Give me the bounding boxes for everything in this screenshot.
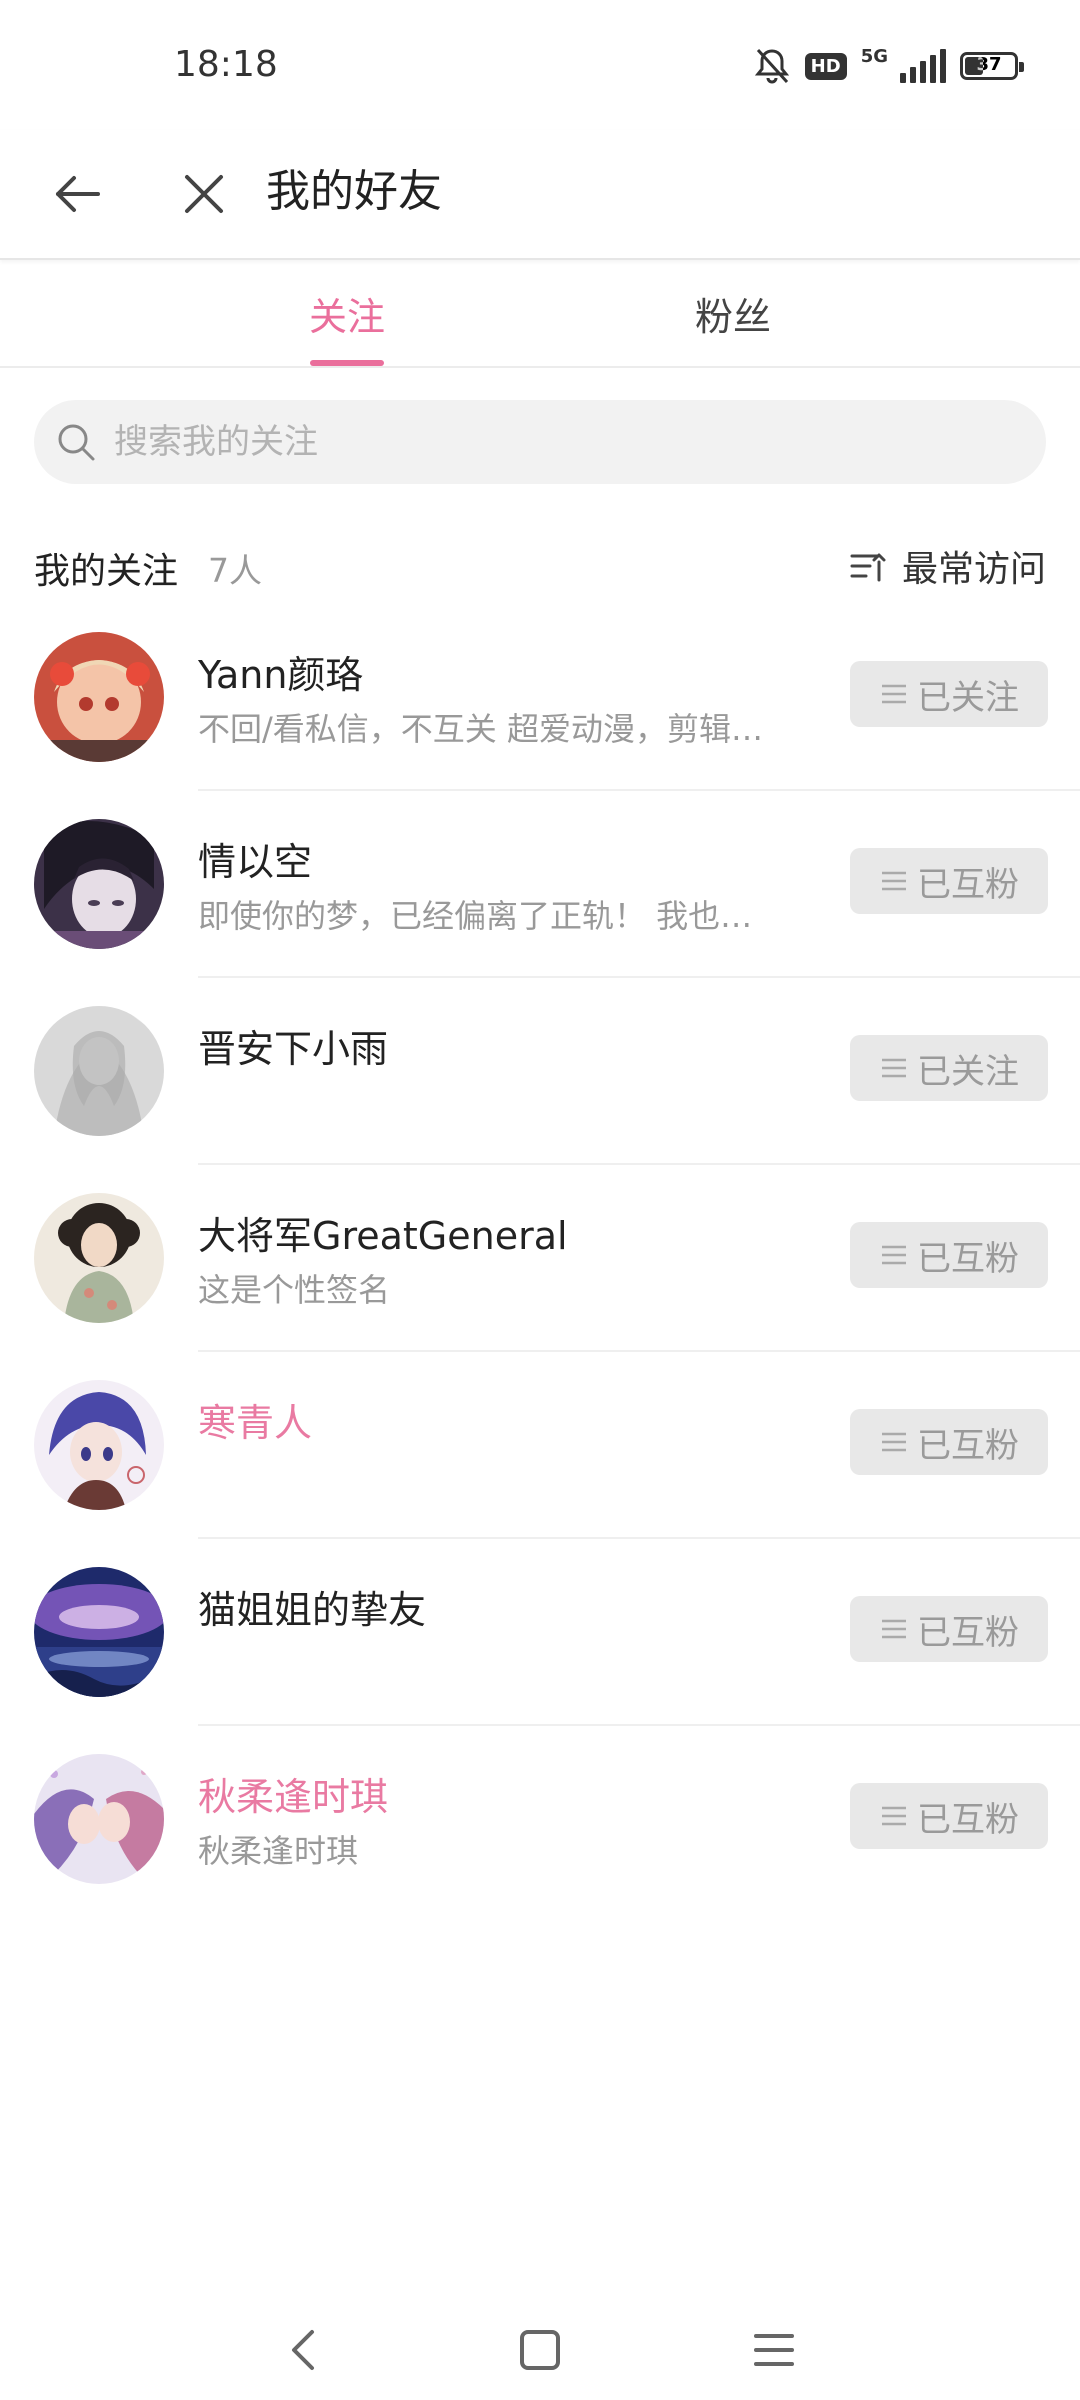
list-item[interactable]: 情以空 即使你的梦，已经偏离了正轨！ 我也… 已互粉: [0, 791, 1080, 978]
page-title: 我的好友: [266, 166, 442, 217]
tab-active-indicator: [310, 360, 384, 366]
arrow-left-icon: [56, 176, 100, 212]
search-box[interactable]: [34, 400, 1046, 484]
user-name[interactable]: 秋柔逢时琪: [198, 1766, 388, 1821]
tab-fans[interactable]: 粉丝: [633, 260, 833, 366]
search-icon: [58, 424, 95, 461]
avatar[interactable]: [34, 1380, 164, 1510]
avatar-anime-boy-icon: [34, 1380, 164, 1510]
tab-following[interactable]: 关注: [247, 260, 447, 366]
user-signature: 秋柔逢时琪: [198, 1832, 359, 1870]
back-button[interactable]: [40, 156, 116, 232]
follow-status-button[interactable]: 已互粉: [850, 1409, 1048, 1475]
user-signature: 即使你的梦，已经偏离了正轨！ 我也…: [198, 897, 753, 935]
menu-lines-icon: [882, 1058, 906, 1078]
menu-lines-icon: [882, 1619, 906, 1639]
avatar[interactable]: [34, 1193, 164, 1323]
list-item[interactable]: 秋柔逢时琪 秋柔逢时琪 已互粉: [0, 1726, 1080, 1913]
menu-lines-icon: [882, 684, 906, 704]
follow-status-button[interactable]: 已互粉: [850, 1783, 1048, 1849]
avatar[interactable]: [34, 1567, 164, 1697]
system-nav-bar: [0, 2290, 1080, 2400]
nav-home-button[interactable]: [500, 2310, 580, 2390]
avatar-anime-girl-red-icon: [34, 632, 164, 762]
search-input[interactable]: [112, 421, 996, 463]
bell-muted-icon: [754, 48, 789, 84]
follow-status-button[interactable]: 已互粉: [850, 848, 1048, 914]
user-name[interactable]: 寒青人: [198, 1392, 312, 1447]
list-item[interactable]: 大将军GreatGeneral 这是个性签名 已互粉: [0, 1165, 1080, 1352]
nav-menu-icon: [754, 2334, 794, 2366]
status-time: 18:18: [174, 44, 278, 85]
avatar-grey-sketch-icon: [34, 1006, 164, 1136]
nav-recents-button[interactable]: [734, 2310, 814, 2390]
close-button[interactable]: [166, 156, 242, 232]
list-item[interactable]: 晋安下小雨 已关注: [0, 978, 1080, 1165]
hd-badge: HD: [804, 52, 847, 80]
follow-status-label: 已互粉: [917, 1238, 1019, 1279]
following-list: Yann颜珞 不回/看私信，不互关 超爱动漫，剪辑… 已关注 情以空 即使你的梦…: [0, 604, 1080, 1913]
menu-lines-icon: [882, 1245, 906, 1265]
follow-status-label: 已互粉: [917, 1425, 1019, 1466]
user-name[interactable]: 大将军GreatGeneral: [198, 1205, 568, 1260]
sort-icon: [850, 553, 886, 582]
user-name[interactable]: 情以空: [198, 831, 312, 886]
follow-status-label: 已关注: [917, 677, 1019, 718]
list-item[interactable]: 寒青人 已互粉: [0, 1352, 1080, 1539]
menu-lines-icon: [882, 1806, 906, 1826]
follow-status-label: 已互粉: [917, 1612, 1019, 1653]
follow-status-label: 已互粉: [917, 1799, 1019, 1840]
user-name[interactable]: 猫姐姐的挚友: [198, 1579, 426, 1634]
section-header: 我的关注 7人 最常访问: [34, 534, 1046, 598]
sort-button[interactable]: 最常访问: [848, 534, 1046, 598]
avatar[interactable]: [34, 819, 164, 949]
user-signature: 这是个性签名: [198, 1271, 391, 1309]
nav-back-icon: [292, 2330, 314, 2370]
follow-status-label: 已互粉: [917, 864, 1019, 905]
follow-status-button[interactable]: 已关注: [850, 661, 1048, 727]
user-name[interactable]: Yann颜珞: [198, 644, 363, 699]
menu-lines-icon: [882, 871, 906, 891]
battery-level: 37: [976, 54, 1002, 75]
tab-bar: 关注 粉丝: [0, 260, 1080, 368]
list-item[interactable]: 猫姐姐的挚友 已互粉: [0, 1539, 1080, 1726]
battery-icon: 37: [960, 52, 1024, 80]
status-icons: HD 5G 37: [753, 44, 1024, 88]
avatar[interactable]: [34, 632, 164, 762]
following-count: 7人: [208, 551, 262, 590]
follow-status-button[interactable]: 已互粉: [850, 1222, 1048, 1288]
nav-back-button[interactable]: [264, 2310, 344, 2390]
user-signature: 不回/看私信，不互关 超爱动漫，剪辑…: [198, 710, 763, 748]
avatar-vintage-girl-icon: [34, 1193, 164, 1323]
signal-icon: [900, 49, 946, 83]
avatar-dark-portrait-icon: [34, 819, 164, 949]
follow-status-button[interactable]: 已关注: [850, 1035, 1048, 1101]
close-icon: [185, 175, 223, 213]
avatar[interactable]: [34, 1006, 164, 1136]
avatar-anime-couple-icon: [34, 1754, 164, 1884]
section-title: 我的关注: [34, 551, 179, 592]
network-type: 5G: [860, 45, 888, 67]
avatar-night-sky-icon: [34, 1567, 164, 1697]
sort-label: 最常访问: [901, 549, 1046, 590]
nav-home-icon: [520, 2330, 560, 2370]
avatar[interactable]: [34, 1754, 164, 1884]
user-name[interactable]: 晋安下小雨: [198, 1018, 388, 1073]
menu-lines-icon: [882, 1432, 906, 1452]
top-bar: 我的好友: [0, 130, 1080, 260]
follow-status-label: 已关注: [917, 1051, 1019, 1092]
follow-status-button[interactable]: 已互粉: [850, 1596, 1048, 1662]
status-bar: 18:18 HD 5G 37: [0, 0, 1080, 130]
list-item[interactable]: Yann颜珞 不回/看私信，不互关 超爱动漫，剪辑… 已关注: [0, 604, 1080, 791]
